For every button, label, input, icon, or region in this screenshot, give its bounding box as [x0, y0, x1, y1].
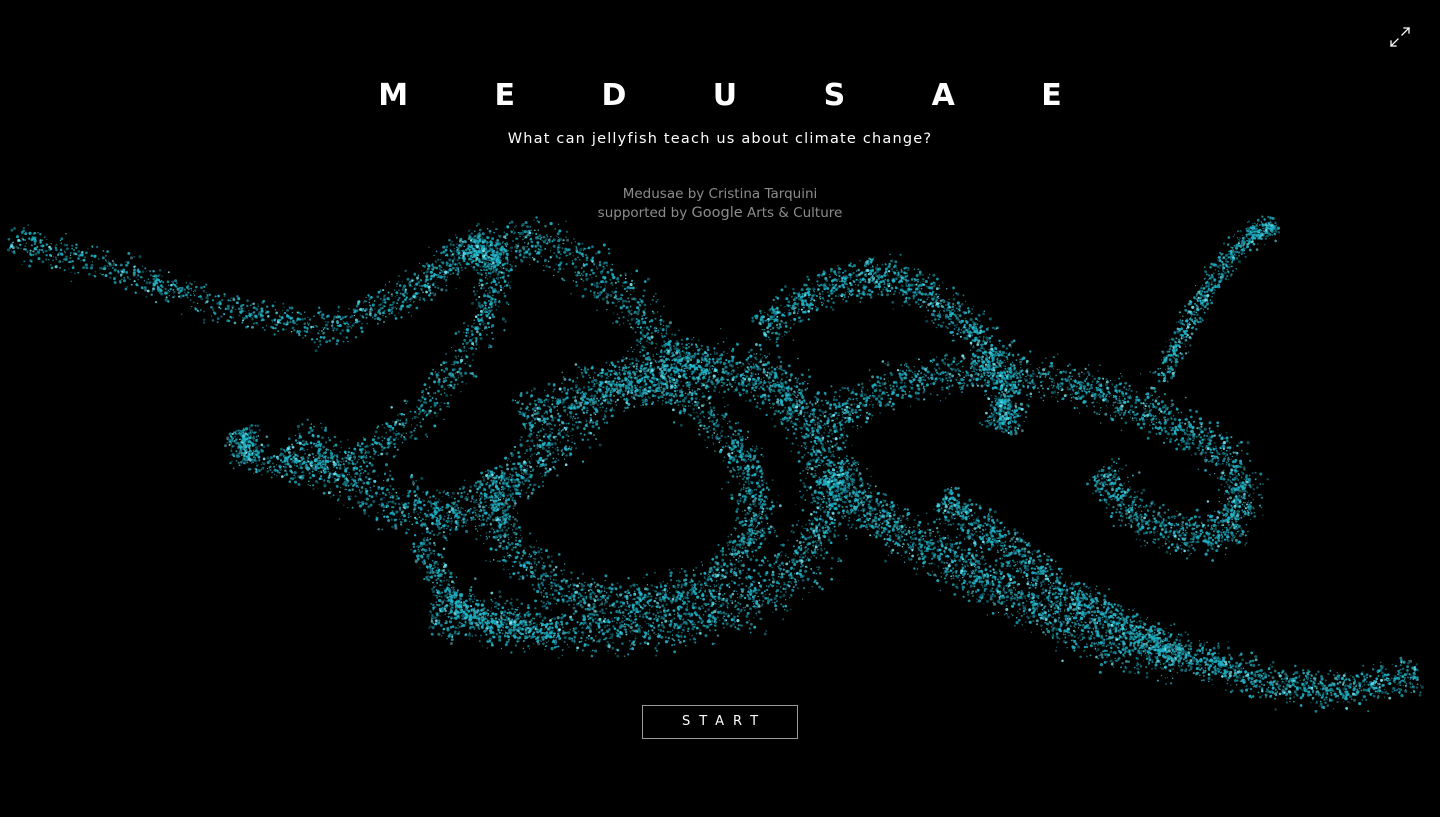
credits-arts-culture: Arts & Culture — [747, 205, 842, 221]
jellyfish-particle-cloud — [6, 215, 1424, 713]
credits-author: Medusae by Cristina Tarquini — [0, 185, 1440, 204]
expand-arrows-icon — [1390, 27, 1410, 47]
fullscreen-button[interactable] — [1388, 25, 1412, 49]
credits: Medusae by Cristina Tarquini supported b… — [0, 185, 1440, 223]
start-button[interactable]: START — [642, 705, 798, 739]
page-subtitle: What can jellyfish teach us about climat… — [0, 130, 1440, 148]
page-title: M E D U S A E — [0, 76, 1440, 116]
google-wordmark: Google — [692, 205, 743, 221]
credits-supported-by: supported by — [598, 205, 688, 221]
credits-supporter: supported by Google Arts & Culture — [0, 204, 1440, 223]
